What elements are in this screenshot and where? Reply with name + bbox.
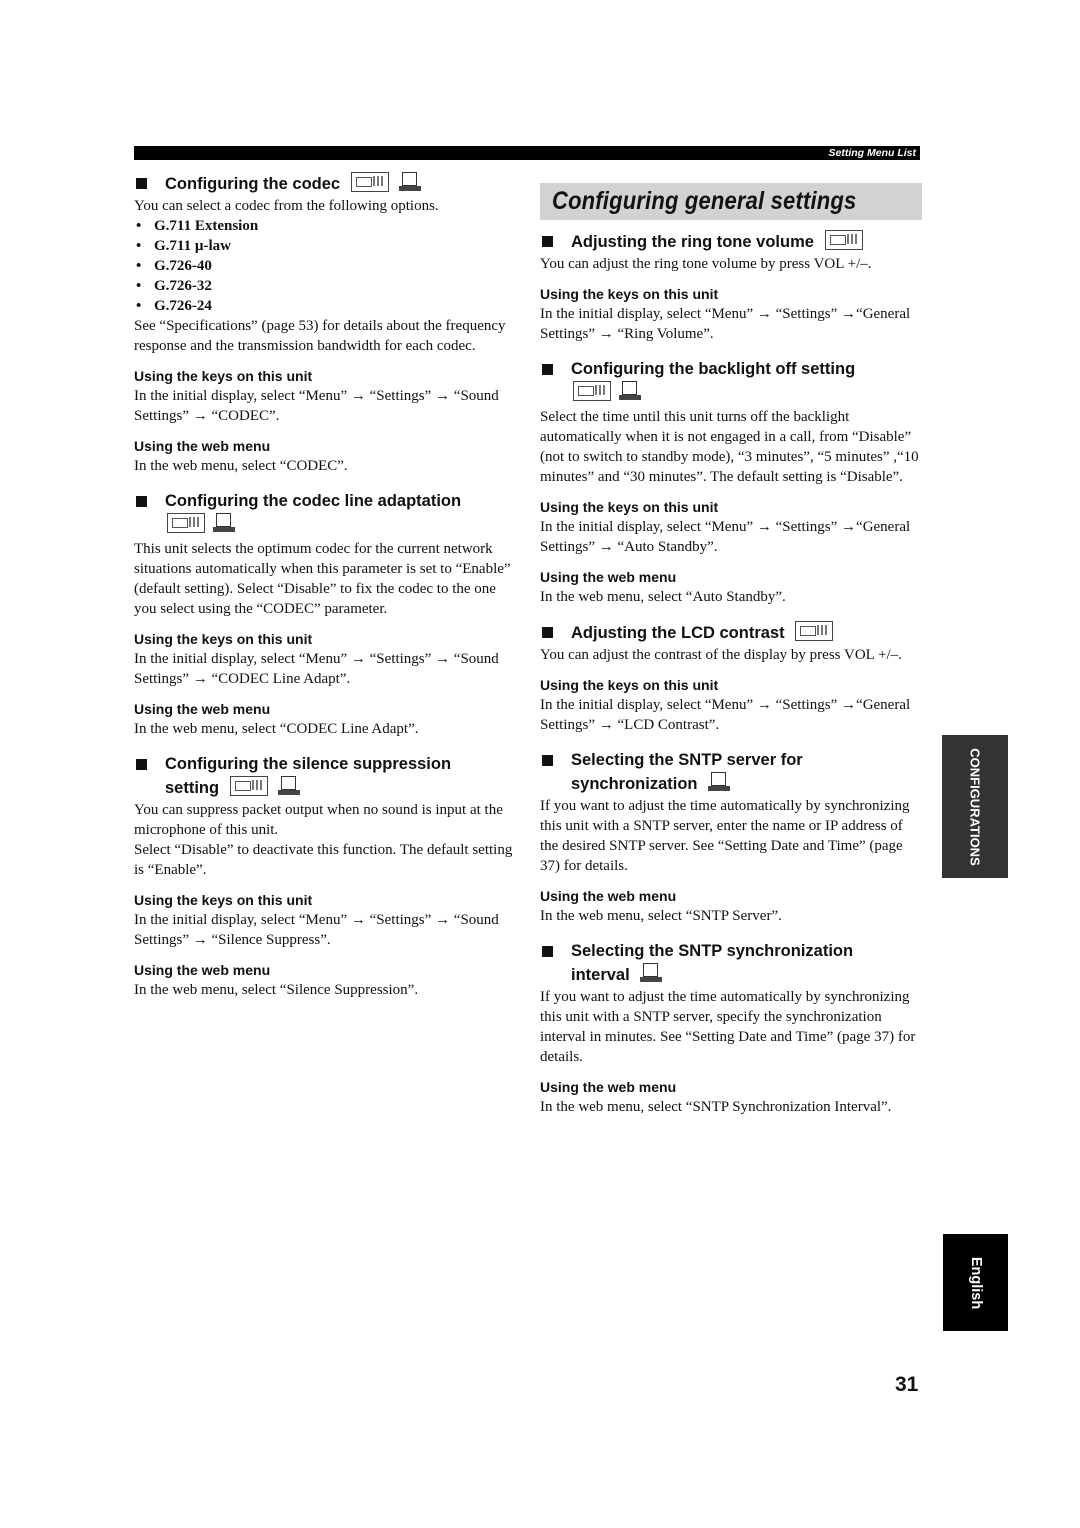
codec-intro: You can select a codec from the followin… bbox=[134, 198, 439, 214]
list-item: G.726-40 bbox=[134, 256, 514, 276]
square-bullet-icon bbox=[136, 759, 147, 770]
web-instructions: In the web menu, select “Silence Suppres… bbox=[134, 982, 419, 998]
laptop-icon bbox=[640, 963, 663, 983]
codec-options-list: G.711 Extension G.711 µ-law G.726-40 G.7… bbox=[134, 216, 514, 316]
subheading-keys: Using the keys on this unit bbox=[134, 892, 313, 908]
chapter-tab: CONFIGURATIONS bbox=[942, 735, 1008, 878]
list-item: G.711 Extension bbox=[134, 216, 514, 236]
list-item: G.726-24 bbox=[134, 296, 514, 316]
web-instructions: In the web menu, select “SNTP Synchroniz… bbox=[540, 1099, 892, 1115]
heading-backlight-off: Configuring the backlight off setting bbox=[540, 358, 922, 381]
codec-note: See “Specifications” (page 53) for detai… bbox=[134, 318, 506, 354]
silence-body-1: You can suppress packet output when no s… bbox=[134, 802, 503, 838]
web-instructions: In the web menu, select “CODEC”. bbox=[134, 458, 348, 474]
lcd-body: You can adjust the contrast of the displ… bbox=[540, 647, 902, 663]
ring-body: You can adjust the ring tone volume by p… bbox=[540, 256, 872, 272]
list-item: G.711 µ-law bbox=[134, 236, 514, 256]
heading-silence-suppression: Configuring the silence suppression sett… bbox=[134, 753, 514, 800]
sntp-server-body: If you want to adjust the time automatic… bbox=[540, 798, 910, 874]
heading-lcd-contrast: Adjusting the LCD contrast bbox=[540, 621, 922, 645]
backlight-body: Select the time until this unit turns of… bbox=[540, 409, 919, 485]
heading-codec-line-adaptation: Configuring the codec line adaptation bbox=[134, 490, 514, 513]
laptop-icon bbox=[708, 772, 731, 792]
square-bullet-icon bbox=[136, 496, 147, 507]
language-tab: English bbox=[943, 1234, 1008, 1331]
running-title: Setting Menu List bbox=[828, 147, 917, 159]
running-header-bar: Setting Menu List bbox=[134, 146, 920, 160]
keys-instructions: In the initial display, select “Menu” → … bbox=[540, 306, 911, 342]
phone-unit-icon bbox=[167, 513, 205, 533]
left-column: Configuring the codec You can select a c… bbox=[134, 172, 514, 1000]
square-bullet-icon bbox=[542, 946, 553, 957]
icon-row bbox=[540, 381, 922, 407]
square-bullet-icon bbox=[542, 627, 553, 638]
laptop-icon bbox=[213, 513, 235, 533]
subheading-keys: Using the keys on this unit bbox=[134, 368, 313, 384]
web-instructions: In the web menu, select “Auto Standby”. bbox=[540, 589, 786, 605]
right-column: Configuring general settings Adjusting t… bbox=[540, 183, 922, 1117]
laptop-icon bbox=[278, 776, 301, 796]
laptop-icon bbox=[399, 172, 422, 192]
keys-instructions: In the initial display, select “Menu” → … bbox=[134, 912, 499, 948]
section-title-banner: Configuring general settings bbox=[540, 183, 922, 220]
square-bullet-icon bbox=[136, 178, 147, 189]
phone-unit-icon bbox=[229, 776, 268, 796]
web-instructions: In the web menu, select “SNTP Server”. bbox=[540, 908, 782, 924]
subheading-web: Using the web menu bbox=[134, 701, 271, 717]
subheading-keys: Using the keys on this unit bbox=[540, 499, 719, 515]
subheading-web: Using the web menu bbox=[134, 438, 271, 454]
subheading-web: Using the web menu bbox=[540, 1079, 677, 1095]
silence-body-2: Select “Disable” to deactivate this func… bbox=[134, 842, 513, 878]
phone-unit-icon bbox=[795, 621, 834, 641]
square-bullet-icon bbox=[542, 236, 553, 247]
phone-unit-icon bbox=[350, 172, 389, 192]
line-adapt-body: This unit selects the optimum codec for … bbox=[134, 541, 511, 617]
subheading-web: Using the web menu bbox=[540, 888, 677, 904]
subheading-keys: Using the keys on this unit bbox=[540, 677, 719, 693]
heading-sntp-server: Selecting the SNTP server for synchroniz… bbox=[540, 749, 922, 796]
heading-codec: Configuring the codec bbox=[134, 172, 514, 196]
keys-instructions: In the initial display, select “Menu” → … bbox=[540, 519, 911, 555]
keys-instructions: In the initial display, select “Menu” → … bbox=[134, 651, 499, 687]
square-bullet-icon bbox=[542, 755, 553, 766]
heading-sntp-interval: Selecting the SNTP synchronization inter… bbox=[540, 940, 922, 987]
keys-instructions: In the initial display, select “Menu” → … bbox=[540, 697, 911, 733]
page-number: 31 bbox=[895, 1373, 919, 1396]
list-item: G.726-32 bbox=[134, 276, 514, 296]
keys-instructions: In the initial display, select “Menu” → … bbox=[134, 388, 499, 424]
web-instructions: In the web menu, select “CODEC Line Adap… bbox=[134, 721, 419, 737]
square-bullet-icon bbox=[542, 364, 553, 375]
subheading-keys: Using the keys on this unit bbox=[540, 286, 719, 302]
laptop-icon bbox=[619, 381, 641, 401]
sntp-interval-body: If you want to adjust the time automatic… bbox=[540, 989, 916, 1065]
phone-unit-icon bbox=[573, 381, 611, 401]
icon-row bbox=[134, 513, 514, 539]
subheading-web: Using the web menu bbox=[540, 569, 677, 585]
section-title: Configuring general settings bbox=[552, 187, 857, 215]
phone-unit-icon bbox=[824, 230, 863, 250]
subheading-web: Using the web menu bbox=[134, 962, 271, 978]
heading-ring-volume: Adjusting the ring tone volume bbox=[540, 230, 922, 254]
subheading-keys: Using the keys on this unit bbox=[134, 631, 313, 647]
